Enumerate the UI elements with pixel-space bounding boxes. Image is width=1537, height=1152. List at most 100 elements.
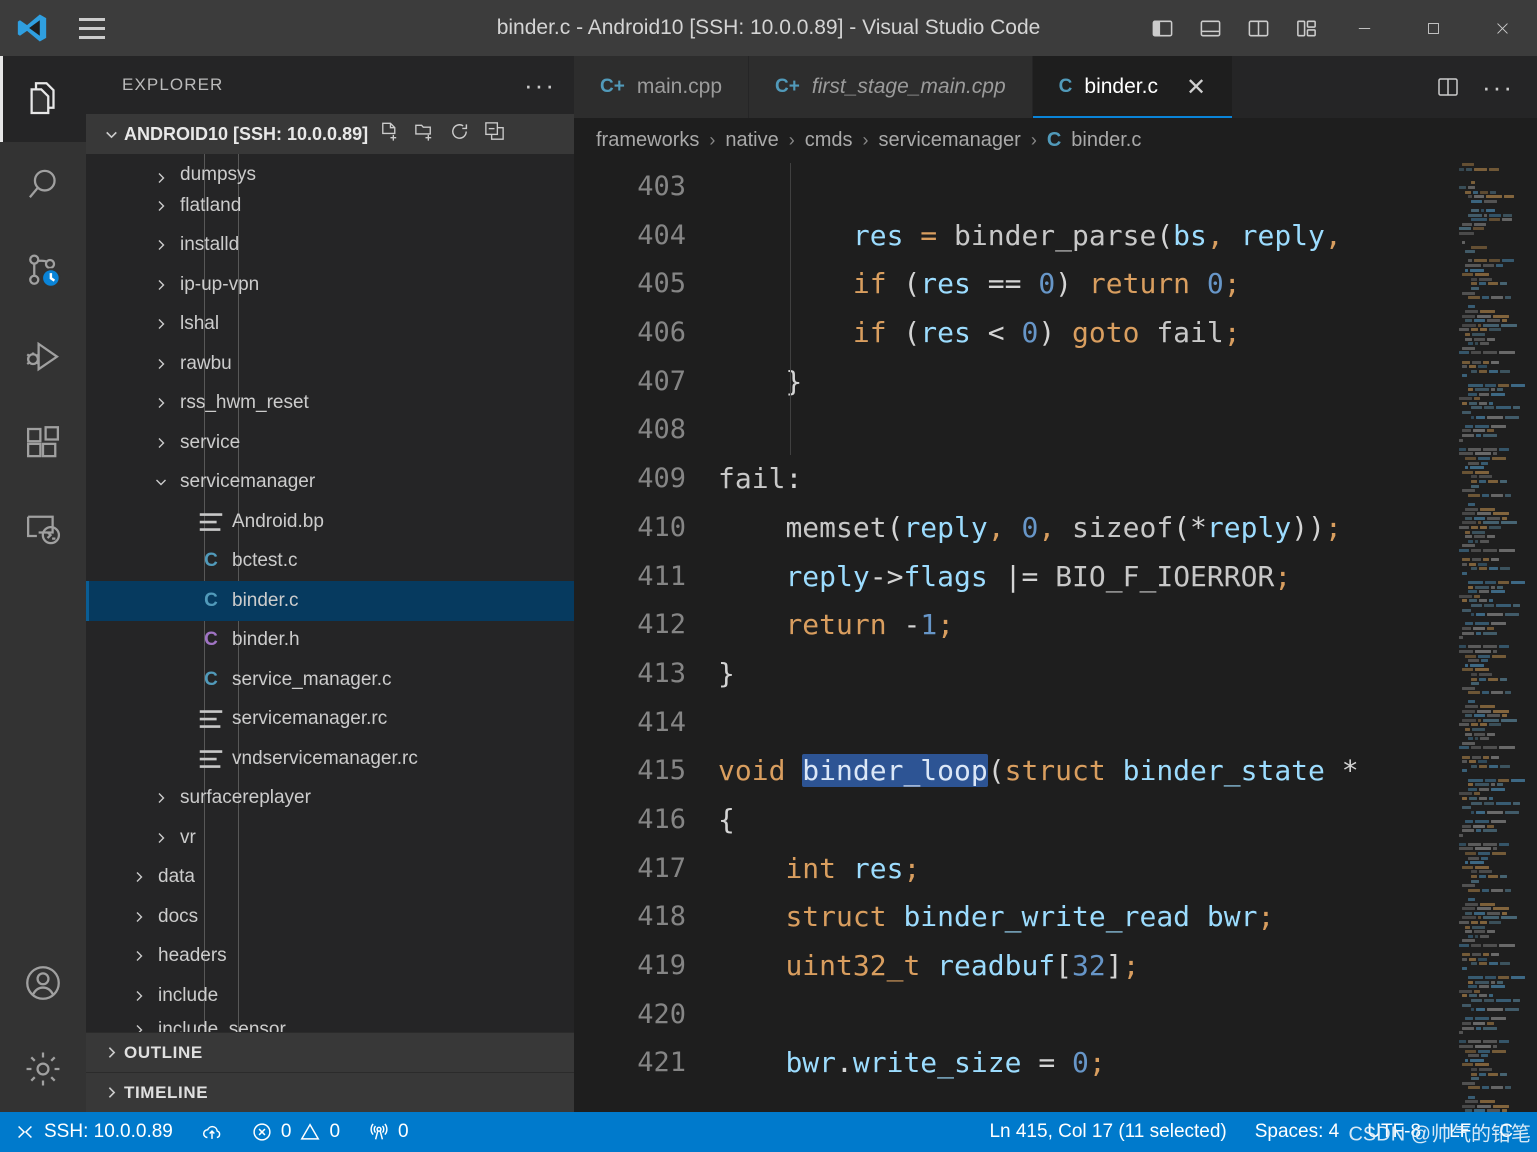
tree-folder-row[interactable]: include_sensor: [86, 1016, 574, 1033]
tree-folder-row[interactable]: vr: [86, 818, 574, 858]
activity-remote-explorer[interactable]: [0, 486, 86, 572]
close-icon[interactable]: ✕: [1186, 73, 1206, 102]
tab-binder-c[interactable]: Cbinder.c✕: [1033, 56, 1233, 118]
code-line[interactable]: if (res == 0) return 0;: [714, 260, 1455, 309]
code-line[interactable]: uint32_t readbuf[32];: [714, 942, 1455, 991]
workspace-root-header[interactable]: ANDROID10 [SSH: 10.0.0.89]: [86, 114, 574, 154]
tree-folder-row[interactable]: surfacereplayer: [86, 779, 574, 819]
editor-position[interactable]: Ln 415, Col 17 (11 selected): [975, 1112, 1240, 1152]
chevron-right-icon[interactable]: [148, 790, 174, 806]
breadcrumb-item[interactable]: frameworks: [596, 129, 699, 152]
code-line[interactable]: }: [714, 358, 1455, 407]
tree-file-row[interactable]: vndservicemanager.rc: [86, 739, 574, 779]
chevron-right-icon[interactable]: [126, 948, 152, 964]
toggle-panel-icon[interactable]: [1186, 0, 1234, 56]
refresh-icon[interactable]: [448, 120, 471, 148]
activity-accounts[interactable]: [0, 940, 86, 1026]
tab-main-cpp[interactable]: C+main.cpp: [574, 56, 749, 118]
tree-folder-row[interactable]: servicemanager: [86, 463, 574, 503]
breadcrumb-item[interactable]: native: [725, 129, 778, 152]
code-line[interactable]: [714, 991, 1455, 1040]
chevron-right-icon[interactable]: [148, 277, 174, 293]
radio-tower-item[interactable]: 0: [354, 1112, 423, 1152]
new-folder-icon[interactable]: [413, 120, 436, 148]
code-line[interactable]: struct binder_write_read bwr;: [714, 893, 1455, 942]
chevron-right-icon[interactable]: [148, 237, 174, 253]
editor-language[interactable]: C: [1485, 1112, 1527, 1152]
maximize-button[interactable]: [1399, 0, 1468, 56]
breadcrumb-item[interactable]: cmds: [805, 129, 853, 152]
close-button[interactable]: [1468, 0, 1537, 56]
code-line[interactable]: reply->flags |= BIO_F_IOERROR;: [714, 553, 1455, 602]
tree-folder-row[interactable]: service: [86, 423, 574, 463]
tree-folder-row[interactable]: lshal: [86, 305, 574, 345]
tree-folder-row[interactable]: rawbu: [86, 344, 574, 384]
tree-folder-row[interactable]: data: [86, 858, 574, 898]
tree-file-row[interactable]: Cbinder.c: [86, 581, 574, 621]
tab-first-stage-main-cpp[interactable]: C+first_stage_main.cpp: [749, 56, 1033, 118]
chevron-right-icon[interactable]: [148, 356, 174, 372]
activity-explorer[interactable]: [0, 56, 86, 142]
code-line[interactable]: if (res < 0) goto fail;: [714, 309, 1455, 358]
code-line[interactable]: [714, 163, 1455, 212]
chevron-right-icon[interactable]: [148, 170, 174, 186]
editor-eol[interactable]: LF: [1435, 1112, 1485, 1152]
split-editor-icon[interactable]: [1425, 56, 1471, 118]
problems-errors[interactable]: 0: [237, 1112, 296, 1152]
code-line[interactable]: fail:: [714, 455, 1455, 504]
minimap-slider[interactable]: [1529, 163, 1537, 1112]
chevron-right-icon[interactable]: [126, 869, 152, 885]
tree-folder-row[interactable]: ip-up-vpn: [86, 265, 574, 305]
code-line[interactable]: [714, 699, 1455, 748]
file-tree[interactable]: dumpsysflatlandinstalldip-up-vpnlshalraw…: [86, 154, 574, 1032]
tree-file-row[interactable]: Cservice_manager.c: [86, 660, 574, 700]
hamburger-menu[interactable]: [64, 18, 120, 39]
chevron-right-icon[interactable]: [126, 988, 152, 1004]
chevron-right-icon[interactable]: [148, 395, 174, 411]
minimap[interactable]: [1455, 163, 1537, 1112]
tree-folder-row[interactable]: docs: [86, 897, 574, 937]
code-line[interactable]: [714, 406, 1455, 455]
activity-search[interactable]: [0, 142, 86, 228]
chevron-right-icon[interactable]: [148, 830, 174, 846]
tree-folder-row[interactable]: rss_hwm_reset: [86, 384, 574, 424]
toggle-secondary-sidebar-icon[interactable]: [1234, 0, 1282, 56]
tree-folder-row[interactable]: headers: [86, 937, 574, 977]
tree-folder-row[interactable]: installd: [86, 226, 574, 266]
chevron-right-icon[interactable]: [148, 316, 174, 332]
tree-file-row[interactable]: servicemanager.rc: [86, 700, 574, 740]
chevron-right-icon[interactable]: [148, 198, 174, 214]
minimize-button[interactable]: [1330, 0, 1399, 56]
code-line[interactable]: {: [714, 796, 1455, 845]
code-line[interactable]: }: [714, 650, 1455, 699]
collapse-all-icon[interactable]: [483, 120, 506, 148]
tree-folder-row[interactable]: include: [86, 976, 574, 1016]
code-line[interactable]: memset(reply, 0, sizeof(*reply));: [714, 504, 1455, 553]
toggle-primary-sidebar-icon[interactable]: [1138, 0, 1186, 56]
chevron-right-icon[interactable]: [126, 909, 152, 925]
more-actions-icon[interactable]: ···: [1475, 56, 1521, 118]
code-line[interactable]: int res;: [714, 845, 1455, 894]
tree-folder-row[interactable]: flatland: [86, 186, 574, 226]
tree-file-row[interactable]: Android.bp: [86, 502, 574, 542]
chevron-right-icon[interactable]: [126, 1022, 152, 1033]
activity-source-control[interactable]: [0, 228, 86, 314]
sync-changes-button[interactable]: [187, 1112, 237, 1152]
code-line[interactable]: return -1;: [714, 601, 1455, 650]
chevron-down-icon[interactable]: [148, 474, 174, 490]
activity-settings[interactable]: [0, 1026, 86, 1112]
outline-section[interactable]: OUTLINE: [86, 1032, 574, 1072]
tree-folder-row[interactable]: dumpsys: [86, 154, 574, 186]
timeline-section[interactable]: TIMELINE: [86, 1072, 574, 1112]
code-line[interactable]: void binder_loop(struct binder_state *: [714, 747, 1455, 796]
tree-file-row[interactable]: Cbctest.c: [86, 542, 574, 582]
activity-extensions[interactable]: [0, 400, 86, 486]
remote-indicator[interactable]: SSH: 10.0.0.89: [0, 1112, 187, 1152]
new-file-icon[interactable]: [378, 120, 401, 148]
code-editor[interactable]: 4034044054064074084094104114124134144154…: [574, 163, 1537, 1112]
breadcrumb-item[interactable]: binder.c: [1071, 129, 1141, 152]
chevron-right-icon[interactable]: [148, 435, 174, 451]
customize-layout-icon[interactable]: [1282, 0, 1330, 56]
code-line[interactable]: res = binder_parse(bs, reply,: [714, 212, 1455, 261]
code-line[interactable]: bwr.write_size = 0;: [714, 1039, 1455, 1088]
